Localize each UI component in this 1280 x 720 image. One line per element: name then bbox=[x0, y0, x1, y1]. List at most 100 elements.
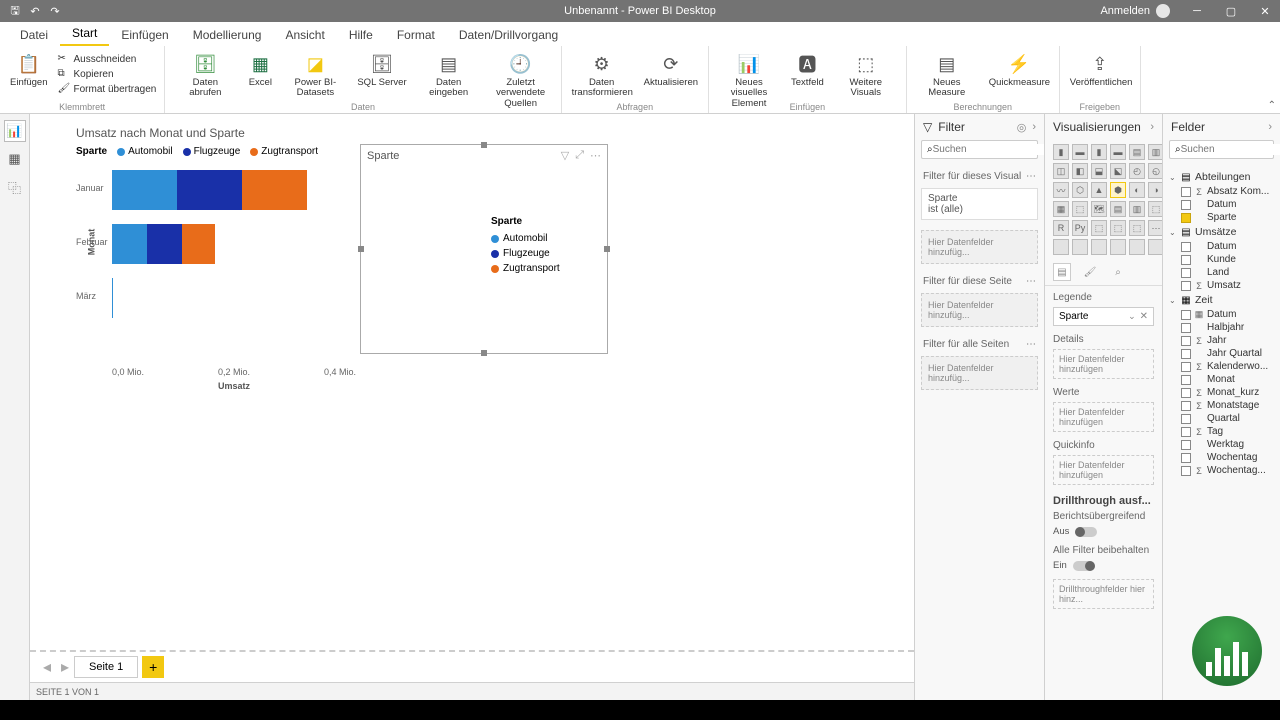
field-monatkurz[interactable]: ΣMonat_kurz bbox=[1167, 386, 1276, 399]
viz-type-4[interactable]: ▤ bbox=[1129, 144, 1145, 160]
filter-card-sparte[interactable]: Sparte ist (alle) bbox=[921, 188, 1038, 220]
field-datum[interactable]: Datum bbox=[1167, 240, 1276, 253]
page-next-button[interactable]: ▸ bbox=[56, 658, 74, 676]
viz-type-32[interactable] bbox=[1091, 239, 1107, 255]
viz-type-9[interactable]: ⬕ bbox=[1110, 163, 1126, 179]
viz-type-2[interactable]: ▮ bbox=[1091, 144, 1107, 160]
viz-type-34[interactable] bbox=[1129, 239, 1145, 255]
tab-format[interactable]: Format bbox=[385, 24, 447, 46]
details-drop[interactable]: Hier Datenfelder hinzufügen bbox=[1053, 349, 1154, 379]
viz-type-6[interactable]: ◫ bbox=[1053, 163, 1069, 179]
viz-type-3[interactable]: ▬ bbox=[1110, 144, 1126, 160]
viz-type-15[interactable]: ⬢ bbox=[1110, 182, 1126, 198]
viz-type-27[interactable]: ⬚ bbox=[1110, 220, 1126, 236]
field-monat[interactable]: Monat bbox=[1167, 373, 1276, 386]
table-zeit[interactable]: ⌄▦Zeit bbox=[1167, 292, 1276, 308]
field-tag[interactable]: ΣTag bbox=[1167, 425, 1276, 438]
collapse-ribbon-icon[interactable]: ⌃ bbox=[1268, 100, 1276, 111]
viz-type-29[interactable]: ⋯ bbox=[1148, 220, 1162, 236]
data-view-button[interactable]: ▦ bbox=[4, 148, 26, 170]
keep-filters-toggle[interactable] bbox=[1073, 561, 1095, 571]
more-icon[interactable]: ⋯ bbox=[590, 149, 601, 162]
format-tab-button[interactable]: 🖌 bbox=[1081, 263, 1099, 281]
cross-report-toggle[interactable] bbox=[1075, 527, 1097, 537]
values-drop[interactable]: Hier Datenfelder hinzufügen bbox=[1053, 402, 1154, 432]
copy-button[interactable]: ⧉Kopieren bbox=[56, 67, 159, 81]
viz-type-26[interactable]: ⬚ bbox=[1091, 220, 1107, 236]
pbi-datasets-button[interactable]: ◪Power BI-Datasets bbox=[281, 50, 349, 101]
analytics-tab-button[interactable]: ⌕ bbox=[1109, 263, 1127, 281]
tab-file[interactable]: Datei bbox=[8, 24, 60, 46]
field-wochentag[interactable]: ΣWochentag... bbox=[1167, 464, 1276, 477]
viz-type-7[interactable]: ◧ bbox=[1072, 163, 1088, 179]
fields-search-input[interactable] bbox=[1181, 144, 1280, 155]
signin-button[interactable]: Anmelden bbox=[1092, 4, 1178, 18]
redo-icon[interactable]: ↷ bbox=[48, 4, 62, 18]
field-wochentag[interactable]: Wochentag bbox=[1167, 451, 1276, 464]
table-abteilungen[interactable]: ⌄▤Abteilungen bbox=[1167, 169, 1276, 185]
field-kunde[interactable]: Kunde bbox=[1167, 253, 1276, 266]
viz-type-28[interactable]: ⬚ bbox=[1129, 220, 1145, 236]
more-visuals-button[interactable]: ⬚Weitere Visuals bbox=[832, 50, 900, 101]
viz-type-20[interactable]: 🗺 bbox=[1091, 201, 1107, 217]
viz-type-19[interactable]: ⬚ bbox=[1072, 201, 1088, 217]
fields-search[interactable]: ⌕ bbox=[1169, 140, 1274, 159]
viz-type-1[interactable]: ▬ bbox=[1072, 144, 1088, 160]
field-absatzkom[interactable]: ΣAbsatz Kom... bbox=[1167, 185, 1276, 198]
page-prev-button[interactable]: ◂ bbox=[38, 658, 56, 676]
collapse-pane-icon[interactable]: › bbox=[1150, 121, 1154, 133]
filter-all-drop[interactable]: Hier Datenfelder hinzufüg... bbox=[921, 356, 1038, 390]
more-icon[interactable]: ⋯ bbox=[1026, 171, 1036, 182]
viz-type-24[interactable]: R bbox=[1053, 220, 1069, 236]
cut-button[interactable]: ✂Ausschneiden bbox=[56, 52, 159, 66]
report-view-button[interactable]: 📊 bbox=[4, 120, 26, 142]
collapse-pane-icon[interactable]: › bbox=[1032, 121, 1036, 133]
new-measure-button[interactable]: ▤Neues Measure bbox=[913, 50, 981, 101]
field-umsatz[interactable]: ΣUmsatz bbox=[1167, 279, 1276, 292]
filter-icon[interactable]: ▽ bbox=[561, 149, 569, 162]
tab-start[interactable]: Start bbox=[60, 22, 109, 46]
refresh-button[interactable]: ⟳Aktualisieren bbox=[640, 50, 702, 90]
viz-type-21[interactable]: ▤ bbox=[1110, 201, 1126, 217]
table-umsätze[interactable]: ⌄▤Umsätze bbox=[1167, 224, 1276, 240]
collapse-pane-icon[interactable]: › bbox=[1268, 121, 1272, 133]
field-kalenderwo[interactable]: ΣKalenderwo... bbox=[1167, 360, 1276, 373]
report-canvas[interactable]: Umsatz nach Monat und Sparte Sparte Auto… bbox=[30, 114, 914, 652]
viz-type-16[interactable]: ◐ bbox=[1129, 182, 1145, 198]
maximize-button[interactable]: ▢ bbox=[1216, 0, 1246, 22]
viz-type-5[interactable]: ▥ bbox=[1148, 144, 1162, 160]
excel-button[interactable]: ▦Excel bbox=[243, 50, 277, 90]
viz-type-8[interactable]: ⬓ bbox=[1091, 163, 1107, 179]
viz-type-35[interactable] bbox=[1148, 239, 1162, 255]
viz-type-31[interactable] bbox=[1072, 239, 1088, 255]
add-page-button[interactable]: + bbox=[142, 656, 164, 678]
model-view-button[interactable]: ⿻ bbox=[4, 176, 26, 198]
textbox-button[interactable]: 🅰Textfeld bbox=[787, 50, 828, 90]
get-data-button[interactable]: 🗄Daten abrufen bbox=[171, 50, 239, 101]
viz-type-0[interactable]: ▮ bbox=[1053, 144, 1069, 160]
more-icon[interactable]: ⋯ bbox=[1026, 276, 1036, 287]
publish-button[interactable]: ⇪Veröffentlichen bbox=[1066, 50, 1134, 90]
viz-type-13[interactable]: ⬡ bbox=[1072, 182, 1088, 198]
drillthrough-drop[interactable]: Drillthroughfelder hier hinz... bbox=[1053, 579, 1154, 609]
field-halbjahr[interactable]: Halbjahr bbox=[1167, 321, 1276, 334]
undo-icon[interactable]: ↶ bbox=[28, 4, 42, 18]
tab-insert[interactable]: Einfügen bbox=[109, 24, 180, 46]
field-monatstage[interactable]: ΣMonatstage bbox=[1167, 399, 1276, 412]
remove-field-icon[interactable]: ✕ bbox=[1140, 311, 1148, 322]
viz-type-30[interactable] bbox=[1053, 239, 1069, 255]
chevron-down-icon[interactable]: ⌄ bbox=[1128, 311, 1136, 321]
viz-type-23[interactable]: ⬚ bbox=[1148, 201, 1162, 217]
page-tab-1[interactable]: Seite 1 bbox=[74, 656, 138, 678]
field-datum[interactable]: ▦Datum bbox=[1167, 308, 1276, 321]
tab-model[interactable]: Modellierung bbox=[181, 24, 274, 46]
field-land[interactable]: Land bbox=[1167, 266, 1276, 279]
tab-drill[interactable]: Daten/Drillvorgang bbox=[447, 24, 570, 46]
viz-type-25[interactable]: Py bbox=[1072, 220, 1088, 236]
minimize-button[interactable]: ─ bbox=[1182, 0, 1212, 22]
bar-chart-visual[interactable]: Umsatz nach Monat und Sparte Sparte Auto… bbox=[76, 126, 356, 391]
viz-type-11[interactable]: ◵ bbox=[1148, 163, 1162, 179]
viz-type-14[interactable]: ▲ bbox=[1091, 182, 1107, 198]
field-sparte[interactable]: Sparte bbox=[1167, 211, 1276, 224]
save-icon[interactable]: 🖫 bbox=[8, 4, 22, 18]
